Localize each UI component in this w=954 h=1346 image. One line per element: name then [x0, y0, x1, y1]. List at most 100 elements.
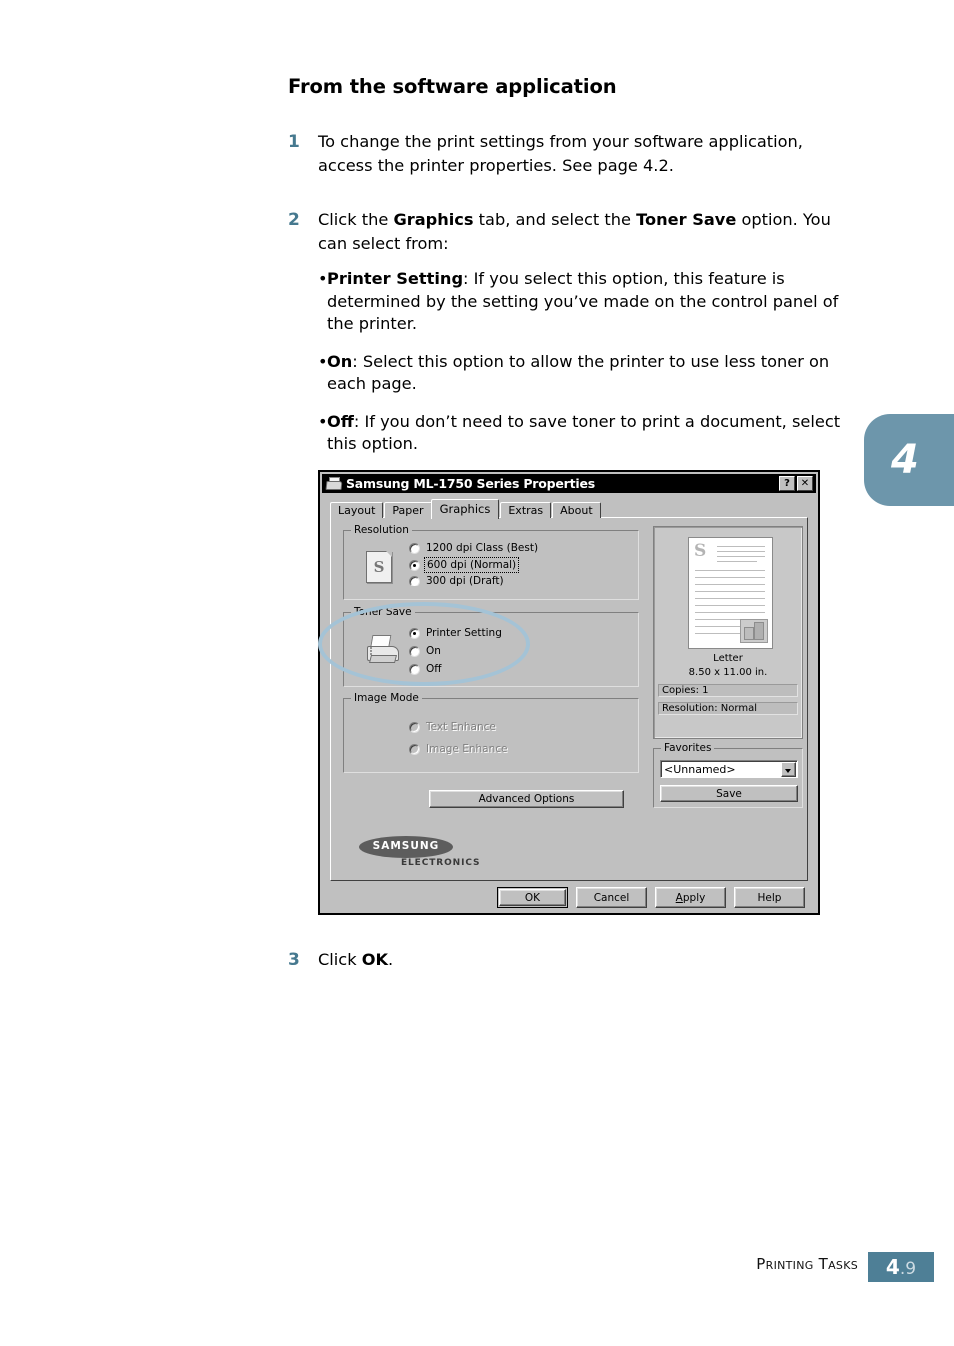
radio-label: 600 dpi (Normal)	[423, 557, 520, 573]
step-3-text-after: .	[388, 950, 394, 969]
radio-label: On	[426, 645, 441, 657]
chapter-tab: 4	[864, 414, 954, 506]
samsung-logo: SAMSUNG ELECTRONICS	[359, 836, 499, 872]
radio-label: 1200 dpi Class (Best)	[426, 542, 539, 554]
radio-1200dpi[interactable]: 1200 dpi Class (Best)	[409, 542, 538, 554]
image-mode-group: Image Mode Text Enhance Image Enhance	[343, 692, 639, 773]
preview-chart-block	[740, 619, 768, 643]
printer-icon	[325, 476, 343, 491]
preview-paper-size: 8.50 x 11.00 in.	[688, 667, 768, 678]
favorites-group-title: Favorites	[661, 742, 715, 754]
step-2-text: Click the Graphics tab, and select the T…	[318, 208, 858, 256]
step-1: 1 To change the print settings from your…	[288, 130, 858, 178]
tab-about[interactable]: About	[552, 502, 601, 518]
step-2: 2 Click the Graphics tab, and select the…	[288, 208, 858, 256]
preview-page-thumbnail: S	[688, 537, 773, 649]
page-number-major: 4	[885, 1255, 900, 1279]
bullet-text: Printer Setting: If you select this opti…	[327, 268, 858, 336]
help-button-label: Help	[757, 891, 782, 904]
radio-button[interactable]	[409, 576, 420, 586]
bullet-text: Off: If you don’t need to save toner to …	[327, 411, 858, 456]
preview-resolution: Resolution: Normal	[658, 702, 798, 715]
document-icon	[366, 551, 392, 583]
bullet-label: On	[327, 351, 353, 371]
tab-extras[interactable]: Extras	[500, 502, 552, 518]
favorites-select[interactable]: <Unnamed>	[660, 760, 798, 778]
bullet-label: Off	[327, 411, 354, 431]
radio-toner-off[interactable]: Off	[409, 663, 442, 675]
radio-image-enhance: Image Enhance	[409, 743, 508, 755]
close-icon[interactable]: ✕	[797, 476, 813, 491]
resolution-group: Resolution 1200 dpi Class (Best) 600 dpi…	[343, 524, 639, 600]
step-2-text-before: Click the	[318, 210, 394, 229]
bullet-marker: •	[318, 351, 328, 371]
step-1-text: To change the print settings from your s…	[318, 132, 803, 175]
toner-save-group-title: Toner Save	[351, 606, 415, 618]
printer-icon	[366, 635, 400, 663]
manual-page: From the software application 1 To chang…	[0, 0, 954, 1346]
help-button[interactable]: Help	[734, 887, 805, 908]
page-number-minor: .9	[899, 1259, 917, 1279]
printer-properties-dialog: Samsung ML-1750 Series Properties ? ✕ La…	[318, 470, 820, 915]
preview-copies: Copies: 1	[658, 684, 798, 697]
radio-button	[409, 743, 420, 755]
radio-label: Text Enhance	[426, 721, 496, 733]
radio-button[interactable]	[409, 559, 420, 571]
favorites-selected-value: <Unnamed>	[664, 762, 736, 776]
step-3: 3 Click OK.	[288, 948, 688, 973]
cancel-button[interactable]: Cancel	[576, 887, 647, 908]
radio-button[interactable]	[409, 627, 420, 639]
tab-paper[interactable]: Paper	[384, 502, 432, 518]
step-3-text-before: Click	[318, 950, 362, 969]
help-icon[interactable]: ?	[779, 476, 795, 491]
tab-strip: Layout Paper Graphics Extras About	[330, 499, 602, 519]
bullet-body: : If you don’t need to save toner to pri…	[327, 411, 841, 454]
titlebar-buttons: ? ✕	[779, 476, 813, 491]
tab-layout[interactable]: Layout	[330, 502, 384, 518]
toner-save-group: Toner Save Printer Setting On Off	[343, 606, 639, 687]
samsung-logo-text: SAMSUNG	[372, 840, 440, 852]
step-2-bold-toner-save: Toner Save	[636, 210, 737, 229]
radio-label: Off	[426, 663, 442, 675]
samsung-logo-oval: SAMSUNG	[359, 836, 453, 858]
radio-button[interactable]	[409, 542, 420, 554]
radio-label: Image Enhance	[426, 743, 508, 755]
radio-button[interactable]	[409, 663, 420, 675]
apply-accel: A	[675, 891, 683, 904]
page-heading: From the software application	[288, 75, 617, 98]
favorites-group: Favorites <Unnamed> Save	[653, 742, 803, 808]
samsung-logo-subtext: ELECTRONICS	[401, 858, 481, 868]
page-number-box: 4.9	[868, 1252, 934, 1282]
step-3-bold-ok: OK	[361, 950, 389, 969]
tab-graphics[interactable]: Graphics	[430, 499, 500, 519]
radio-label: Printer Setting	[426, 627, 502, 639]
apply-button[interactable]: Apply	[655, 887, 726, 908]
step-3-number: 3	[288, 950, 300, 970]
chevron-down-icon[interactable]	[781, 761, 796, 777]
step-1-number: 1	[288, 132, 300, 152]
ok-button[interactable]: OK	[497, 887, 568, 908]
advanced-options-label: Advanced Options	[478, 793, 575, 805]
bullet-marker: •	[318, 269, 328, 288]
dialog-titlebar[interactable]: Samsung ML-1750 Series Properties ? ✕	[322, 474, 816, 493]
advanced-options-button[interactable]: Advanced Options	[429, 790, 624, 808]
step-2-text-mid: tab, and select the	[473, 210, 637, 229]
bullet-text: On: Select this option to allow the prin…	[327, 351, 858, 396]
radio-600dpi[interactable]: 600 dpi (Normal)	[409, 557, 520, 573]
radio-300dpi[interactable]: 300 dpi (Draft)	[409, 576, 504, 586]
favorites-save-label: Save	[716, 787, 742, 800]
radio-button	[409, 721, 420, 733]
favorites-save-button[interactable]: Save	[660, 785, 798, 802]
bullet-printer-setting: • Printer Setting: If you select this op…	[318, 268, 858, 336]
radio-printer-setting[interactable]: Printer Setting	[409, 627, 502, 639]
bullet-on: • On: Select this option to allow the pr…	[318, 351, 858, 396]
bullet-marker: •	[318, 411, 328, 431]
radio-toner-on[interactable]: On	[409, 645, 441, 657]
image-mode-group-title: Image Mode	[351, 692, 422, 704]
page-footer: Printing Tasks 4.9	[0, 1252, 954, 1282]
dialog-title: Samsung ML-1750 Series Properties	[346, 476, 596, 491]
bullet-label: Printer Setting	[327, 269, 464, 288]
radio-button[interactable]	[409, 645, 420, 657]
radio-text-enhance: Text Enhance	[409, 721, 496, 733]
apply-button-label: Apply	[675, 891, 706, 904]
